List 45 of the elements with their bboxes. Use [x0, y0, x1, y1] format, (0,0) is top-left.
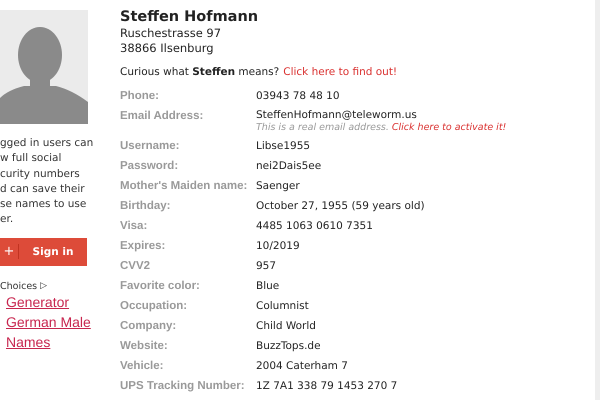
- field-value: Libse1955: [256, 139, 310, 154]
- sidebar-link[interactable]: Generator: [0, 292, 70, 312]
- field-label: Email Address:: [120, 109, 204, 124]
- field-label: Phone:: [120, 89, 160, 104]
- field-label: UPS Tracking Number:: [120, 379, 246, 394]
- ad-choices-icon[interactable]: ▷: [40, 280, 48, 292]
- field-label: CVV2: [120, 259, 152, 274]
- field-label: Username:: [120, 139, 180, 154]
- avatar-icon: [0, 10, 88, 124]
- address-line: Ruschestrasse 97: [120, 26, 222, 41]
- field-value: Blue: [256, 279, 280, 294]
- field-label: Password:: [120, 159, 180, 174]
- field-label: Mother's Maiden name:: [120, 179, 248, 194]
- field-label: Occupation:: [120, 299, 188, 314]
- sidebar-link[interactable]: Names: [0, 332, 50, 352]
- email-note: This is a real email address.: [256, 122, 389, 134]
- field-label: Visa:: [120, 219, 148, 234]
- address-line: 38866 Ilsenburg: [120, 41, 215, 56]
- field-label: Company:: [120, 319, 178, 334]
- field-value: 10/2019: [256, 239, 300, 254]
- login-notice: gged in users can w full social curity numbers d can save their se names to use er.: [0, 136, 94, 228]
- google-signin-button[interactable]: + Sign in: [0, 238, 87, 266]
- field-value: nei2Dais5ee: [256, 159, 322, 174]
- field-value: Saenger: [256, 179, 300, 194]
- field-label: Birthday:: [120, 199, 172, 214]
- activate-link[interactable]: Click here to activate it!: [392, 122, 506, 134]
- field-value: Child World: [256, 319, 316, 334]
- field-value: 2004 Caterham 7: [256, 359, 348, 374]
- curious-text: Curious what Steffen means?: [120, 66, 280, 78]
- find-out-link[interactable]: Click here to find out!: [283, 66, 398, 78]
- field-value: SteffenHofmann@teleworm.us: [256, 109, 417, 122]
- field-value: October 27, 1955 (59 years old): [256, 199, 425, 214]
- field-value: 1Z 7A1 338 79 1453 270 7: [256, 379, 398, 394]
- field-label: Vehicle:: [120, 359, 164, 374]
- ad-choices-label[interactable]: Choices: [0, 280, 38, 292]
- field-value: BuzzTops.de: [256, 339, 321, 354]
- field-value: Columnist: [256, 299, 309, 314]
- field-value: 4485 1063 0610 7351: [256, 219, 373, 234]
- person-name: Steffen Hofmann: [120, 8, 260, 26]
- field-value: 957: [256, 259, 276, 274]
- field-label: Website:: [120, 339, 169, 354]
- sidebar-link[interactable]: German Male: [0, 312, 91, 332]
- field-label: Favorite color:: [120, 279, 201, 294]
- field-value: 03943 78 48 10: [256, 89, 340, 104]
- field-label: Expires:: [120, 239, 166, 254]
